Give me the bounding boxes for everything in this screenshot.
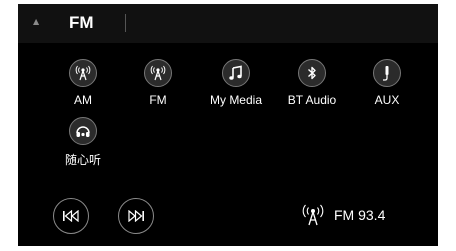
source-label: AM (74, 93, 92, 107)
source-label: FM (149, 93, 167, 107)
now-playing[interactable]: FM 93.4 (300, 203, 438, 227)
skip-previous-icon (62, 207, 80, 226)
source-am-button[interactable]: AM (48, 59, 118, 107)
previous-track-button[interactable] (53, 198, 89, 234)
source-label: 随心听 (64, 153, 101, 167)
radio-antenna-icon (69, 59, 97, 87)
source-fm-button[interactable]: FM (123, 59, 193, 107)
aux-cable-icon (373, 59, 401, 87)
current-station: FM 93.4 (334, 207, 386, 223)
source-aux-button[interactable]: AUX (352, 59, 422, 107)
radio-screen: ▲ FM AM FM My Media BT Audio AUX 随心听 FM … (18, 4, 438, 246)
music-note-icon (222, 59, 250, 87)
source-bt-audio-button[interactable]: BT Audio (277, 59, 347, 107)
source-label: BT Audio (287, 93, 337, 107)
radio-antenna-icon (300, 203, 326, 231)
next-track-button[interactable] (118, 198, 154, 234)
radio-antenna-icon (144, 59, 172, 87)
source-label: My Media (209, 93, 262, 107)
source-label: AUX (374, 93, 400, 107)
bluetooth-icon (298, 59, 326, 87)
source-my-media-button[interactable]: My Media (201, 59, 271, 107)
source-suixinting-button[interactable]: 随心听 (48, 117, 118, 168)
audio-source-grid: AM FM My Media BT Audio AUX 随心听 (18, 4, 438, 174)
skip-next-icon (127, 207, 145, 226)
headphones-icon (69, 117, 97, 145)
